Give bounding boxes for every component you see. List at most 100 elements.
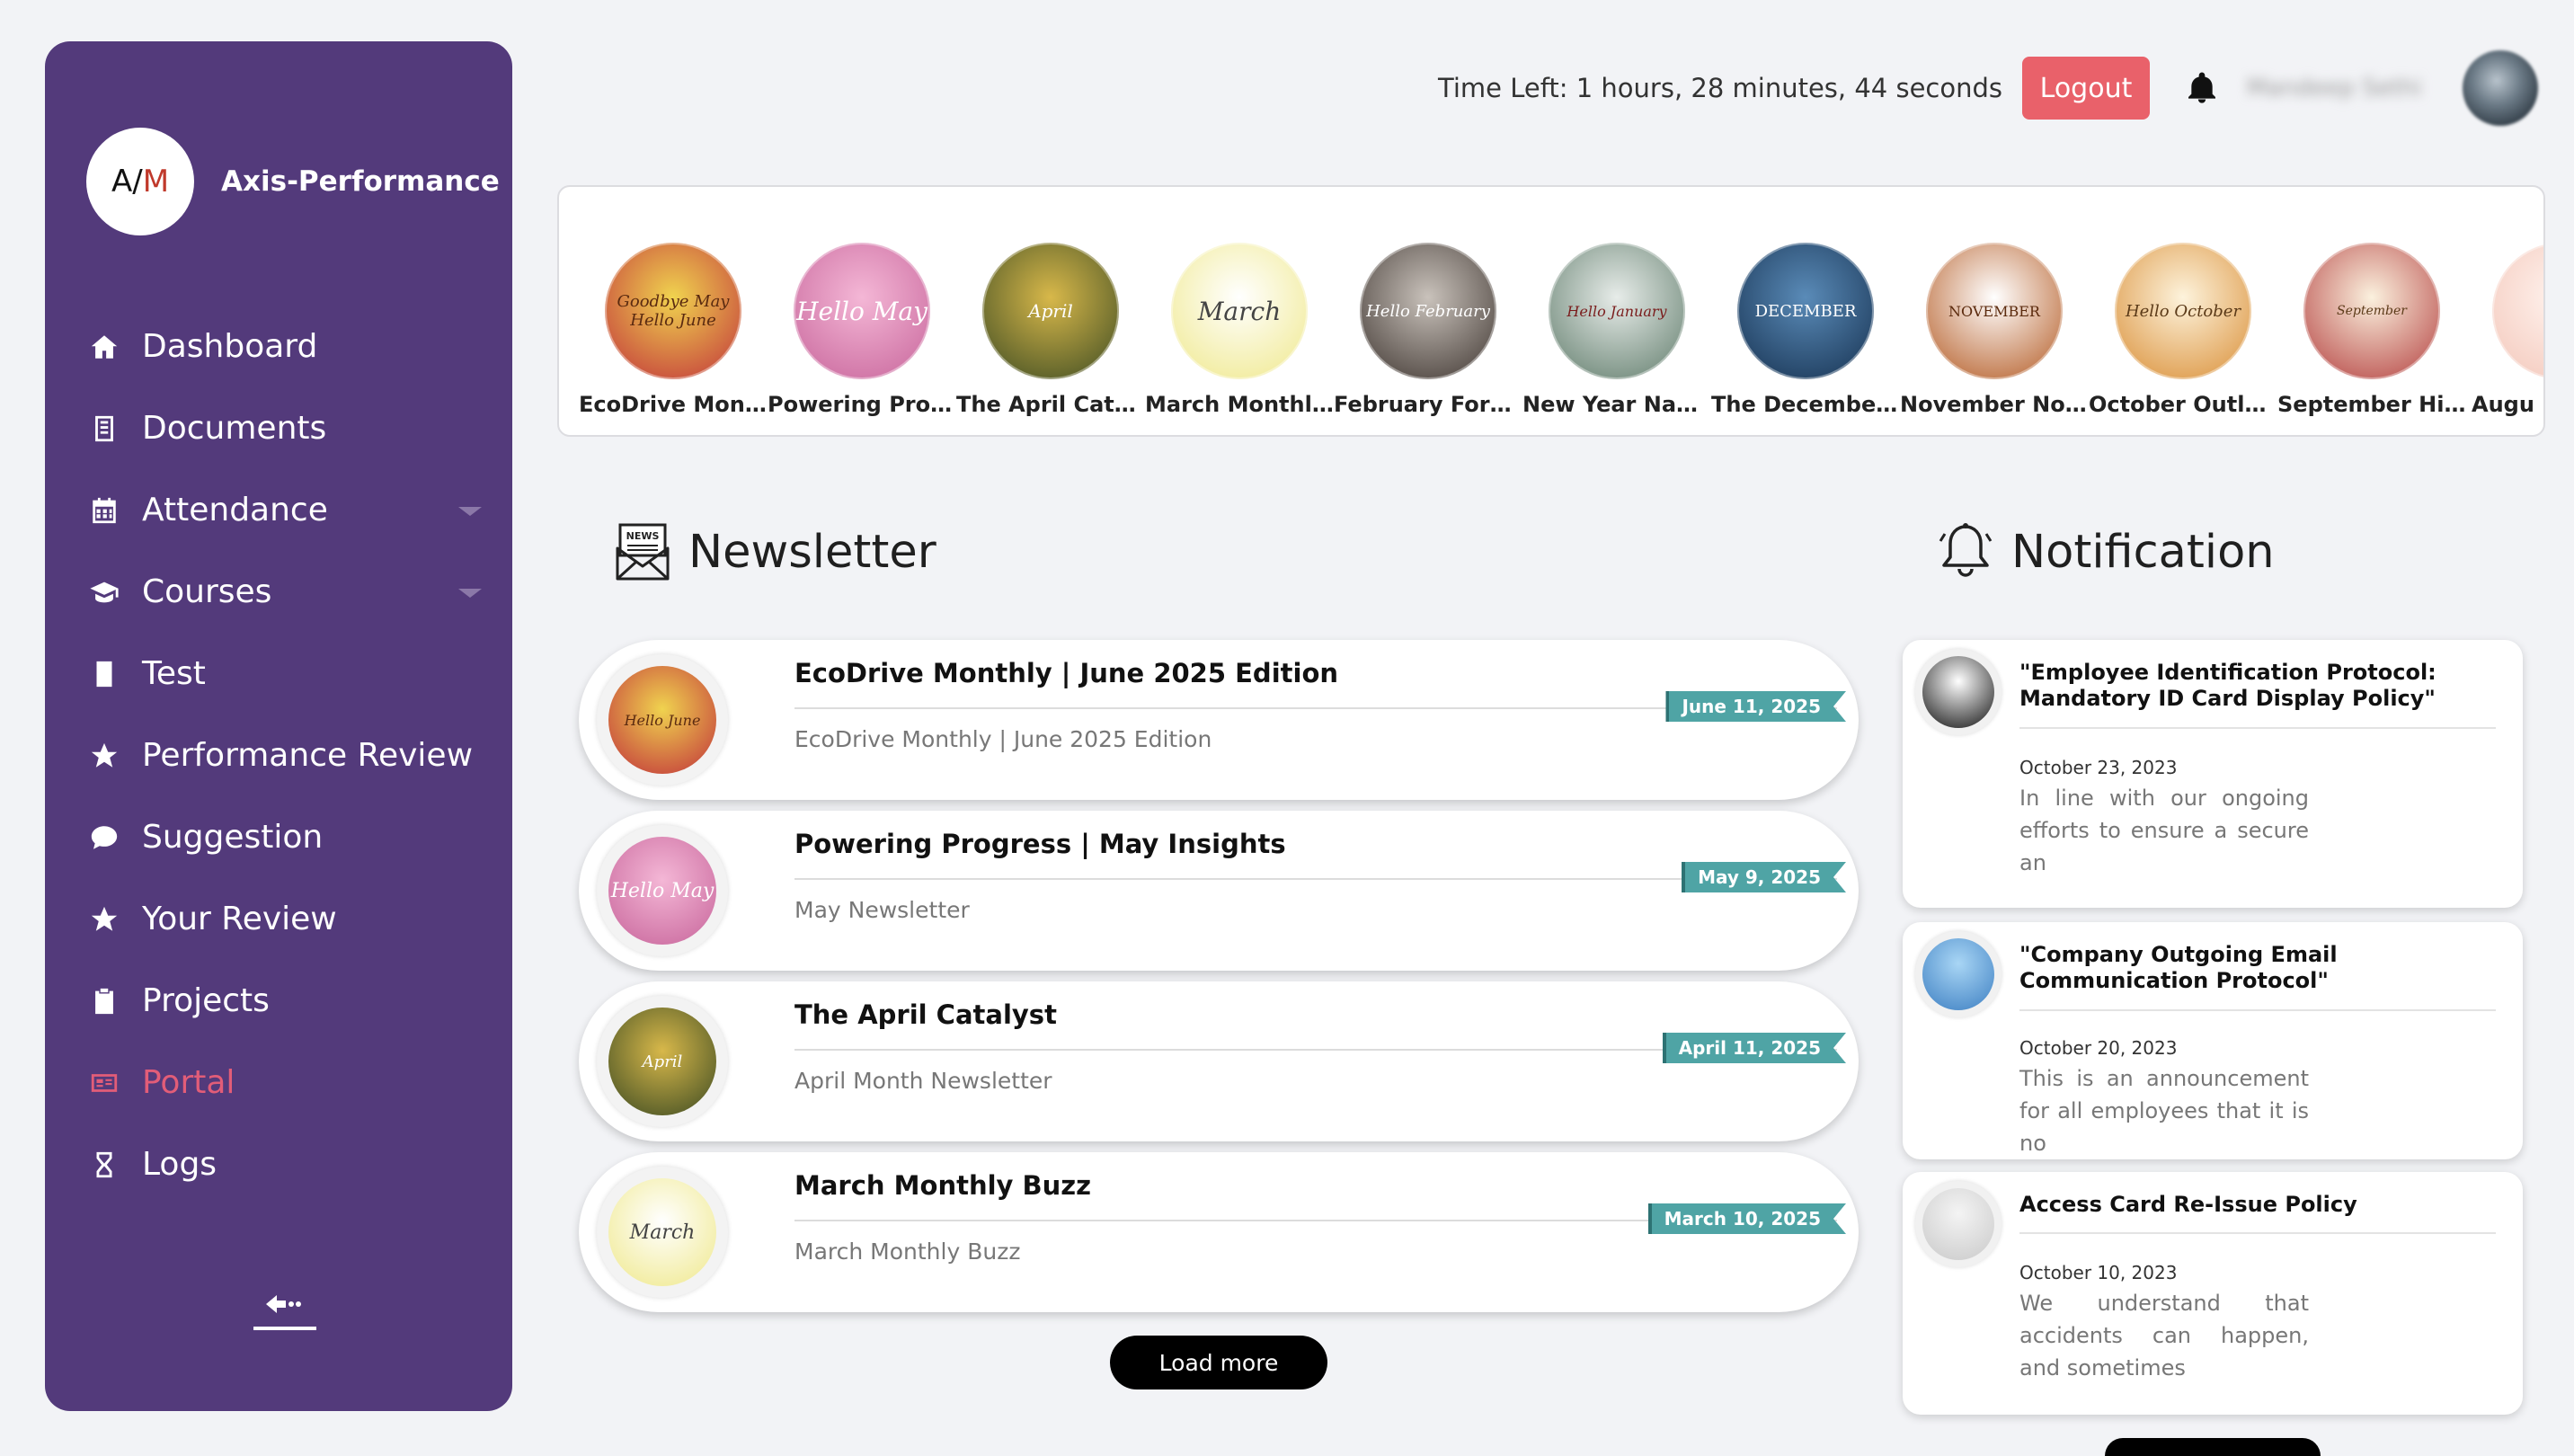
sidebar-item-logs[interactable]: Logs bbox=[86, 1123, 482, 1205]
story-thumbnail: DECEMBER bbox=[1737, 243, 1874, 379]
session-timer: Time Left: 1 hours, 28 minutes, 44 secon… bbox=[1438, 73, 2002, 103]
sidebar-item-your-review[interactable]: Your Review bbox=[86, 878, 482, 960]
notification-date: October 10, 2023 bbox=[2019, 1262, 2178, 1283]
story-item[interactable]: September September Hig... bbox=[2277, 243, 2466, 417]
view-more-notifications-button[interactable] bbox=[2105, 1438, 2321, 1456]
notification-date: October 20, 2023 bbox=[2019, 1037, 2178, 1059]
story-art: March bbox=[1197, 296, 1282, 326]
sidebar-item-performance-review[interactable]: Performance Review bbox=[86, 715, 482, 796]
newsletter-art: April bbox=[642, 1052, 683, 1071]
sidebar-item-test[interactable]: Test bbox=[86, 633, 482, 715]
notification-thumbnail bbox=[1915, 649, 2002, 735]
newsletter-header: NEWS Newsletter bbox=[615, 521, 936, 582]
sidebar-item-projects[interactable]: Projects bbox=[86, 960, 482, 1042]
chevron-down-icon[interactable] bbox=[458, 589, 482, 598]
newsletter-thumbnail: April bbox=[597, 996, 728, 1127]
notification-thumbnail bbox=[1915, 1181, 2002, 1267]
avatar[interactable] bbox=[2463, 50, 2538, 126]
story-thumbnail: Hello January bbox=[1549, 243, 1685, 379]
calendar-icon bbox=[86, 493, 122, 528]
newsletter-art: Hello May bbox=[610, 879, 715, 902]
sidebar-item-documents[interactable]: Documents bbox=[86, 387, 482, 469]
notification-card[interactable]: "Company Outgoing Email Communication Pr… bbox=[1903, 922, 2523, 1159]
newsletter-art: Hello June bbox=[624, 711, 701, 729]
newsletter-image: Hello June bbox=[608, 666, 716, 774]
arrow-left-icon bbox=[266, 1295, 301, 1313]
sidebar-nav: Dashboard Documents Attendance Courses T… bbox=[86, 306, 482, 1205]
story-item[interactable]: Hello February February Forw... bbox=[1334, 243, 1522, 417]
story-label: March Monthl... bbox=[1145, 392, 1334, 417]
newsletter-stories-strip: Goodbye May Hello June EcoDrive Mont... … bbox=[557, 185, 2545, 437]
chat-icon bbox=[86, 820, 122, 856]
sidebar-item-attendance[interactable]: Attendance bbox=[86, 469, 482, 551]
divider bbox=[794, 878, 1837, 880]
story-item[interactable]: NOVEMBER November Not... bbox=[1900, 243, 2089, 417]
sidebar-item-label: Performance Review bbox=[142, 737, 474, 774]
story-label: The April Catal... bbox=[956, 392, 1145, 417]
story-thumbnail: Hello October bbox=[2115, 243, 2251, 379]
story-label: February Forw... bbox=[1334, 392, 1522, 417]
story-item[interactable]: Hello January New Year Navi... bbox=[1522, 243, 1711, 417]
star-icon bbox=[86, 901, 122, 937]
newsletter-card-subtitle: April Month Newsletter bbox=[794, 1068, 1052, 1094]
logout-button[interactable]: Logout bbox=[2022, 57, 2150, 120]
story-art: Hello October bbox=[2125, 301, 2241, 321]
newsletter-card[interactable]: Hello June EcoDrive Monthly | June 2025 … bbox=[579, 640, 1859, 800]
story-label: Powering Prog... bbox=[768, 392, 956, 417]
brand-logo: A/M bbox=[86, 128, 194, 235]
story-item[interactable]: Augu bbox=[2466, 243, 2543, 417]
load-more-button[interactable]: Load more bbox=[1110, 1336, 1327, 1389]
story-art: September bbox=[2337, 304, 2407, 318]
sidebar-item-label: Test bbox=[142, 655, 206, 692]
chevron-down-icon[interactable] bbox=[458, 507, 482, 516]
notification-card[interactable]: "Employee Identification Protocol: Manda… bbox=[1903, 640, 2523, 908]
sidebar-item-label: Your Review bbox=[142, 901, 337, 937]
brand-name: Axis-Performance bbox=[221, 165, 500, 198]
svg-text:NEWS: NEWS bbox=[626, 530, 660, 542]
story-thumbnail: Goodbye May Hello June bbox=[605, 243, 741, 379]
newsletter-card[interactable]: April The April Catalyst April 11, 2025 … bbox=[579, 981, 1859, 1141]
notification-body: This is an announcement for all employee… bbox=[2019, 1066, 2309, 1156]
story-item[interactable]: March March Monthl... bbox=[1145, 243, 1334, 417]
bell-icon[interactable] bbox=[2184, 70, 2220, 106]
collapse-underline bbox=[253, 1327, 316, 1330]
newsletter-card[interactable]: Hello May Powering Progress | May Insigh… bbox=[579, 811, 1859, 971]
newsletter-art: March bbox=[629, 1221, 696, 1244]
story-thumbnail: Hello February bbox=[1360, 243, 1496, 379]
story-art: Hello January bbox=[1567, 302, 1667, 320]
notification-image bbox=[1922, 656, 1994, 728]
collapse-sidebar-button[interactable] bbox=[253, 1291, 316, 1345]
story-item[interactable]: Hello October October Outlo... bbox=[2089, 243, 2277, 417]
notification-card[interactable]: Access Card Re-Issue Policy October 10, … bbox=[1903, 1172, 2523, 1415]
story-thumbnail: September bbox=[2303, 243, 2440, 379]
sidebar-item-suggestion[interactable]: Suggestion bbox=[86, 796, 482, 878]
notification-body: In line with our ongoing efforts to ensu… bbox=[2019, 786, 2309, 875]
clipboard-icon bbox=[86, 983, 122, 1019]
story-item[interactable]: DECEMBER The December ... bbox=[1711, 243, 1900, 417]
hourglass-icon bbox=[86, 1147, 122, 1183]
sidebar-item-label: Dashboard bbox=[142, 328, 318, 365]
brand-logo-m: M bbox=[142, 164, 170, 200]
newsletter-title: Newsletter bbox=[688, 525, 936, 579]
story-art: DECEMBER bbox=[1754, 301, 1857, 321]
story-art: Hello February bbox=[1366, 301, 1490, 321]
notification-card-title: "Company Outgoing Email Communication Pr… bbox=[2019, 942, 2338, 993]
newsletter-image: Hello May bbox=[608, 837, 716, 945]
divider bbox=[2019, 1232, 2496, 1234]
sidebar-item-courses[interactable]: Courses bbox=[86, 551, 482, 633]
star-icon bbox=[86, 738, 122, 774]
notification-card-title: Access Card Re-Issue Policy bbox=[2019, 1192, 2357, 1217]
story-item[interactable]: Hello May Powering Prog... bbox=[768, 243, 956, 417]
story-item[interactable]: Goodbye May Hello June EcoDrive Mont... bbox=[579, 243, 768, 417]
newsletter-card-title: Powering Progress | May Insights bbox=[794, 829, 1286, 859]
top-bar: Time Left: 1 hours, 28 minutes, 44 secon… bbox=[1438, 50, 2538, 126]
sidebar-item-portal[interactable]: Portal bbox=[86, 1042, 482, 1123]
story-thumbnail: Hello May bbox=[794, 243, 930, 379]
sidebar-item-dashboard[interactable]: Dashboard bbox=[86, 306, 482, 387]
brand[interactable]: A/M Axis-Performance bbox=[86, 128, 500, 235]
user-name[interactable]: Mandeep Sethi bbox=[2247, 75, 2436, 102]
newsletter-card[interactable]: March March Monthly Buzz March 10, 2025 … bbox=[579, 1152, 1859, 1312]
sidebar-item-label: Documents bbox=[142, 410, 327, 447]
story-label: Augu bbox=[2472, 392, 2534, 417]
story-item[interactable]: April The April Catal... bbox=[956, 243, 1145, 417]
